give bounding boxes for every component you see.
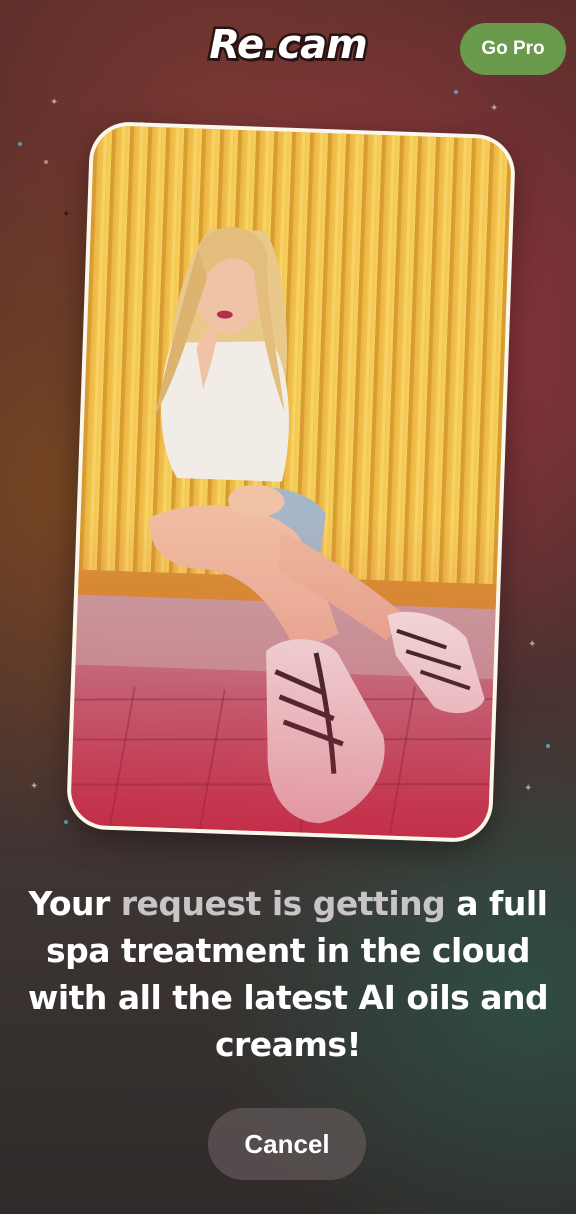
message-text-start: Your	[28, 884, 121, 923]
message-text-highlight: request is getting	[120, 884, 446, 923]
photo-preview-image	[69, 124, 513, 840]
cancel-button[interactable]: Cancel	[208, 1108, 366, 1180]
sparkle-icon: ✦	[524, 783, 533, 794]
sparkle-dot	[44, 160, 48, 164]
sparkle-dot	[18, 142, 22, 146]
photo-preview-card	[65, 120, 517, 844]
sparkle-icon: ✦	[528, 639, 537, 650]
sparkle-icon: ✦	[490, 103, 499, 114]
sparkle-dot	[546, 744, 550, 748]
go-pro-button[interactable]: Go Pro	[460, 23, 566, 75]
sparkle-icon: ✦	[30, 781, 39, 792]
loading-screen: ✦ ✦ ✦ ✦ ✦ ✦ ✦ ✦ Re.cam Go Pro	[0, 0, 576, 1214]
sparkle-dot	[454, 90, 458, 94]
loading-message: Your request is getting a full spa treat…	[24, 880, 552, 1068]
sparkle-icon: ✦	[62, 209, 71, 220]
sparkle-dot	[64, 820, 68, 824]
sparkle-icon: ✦	[50, 97, 59, 108]
